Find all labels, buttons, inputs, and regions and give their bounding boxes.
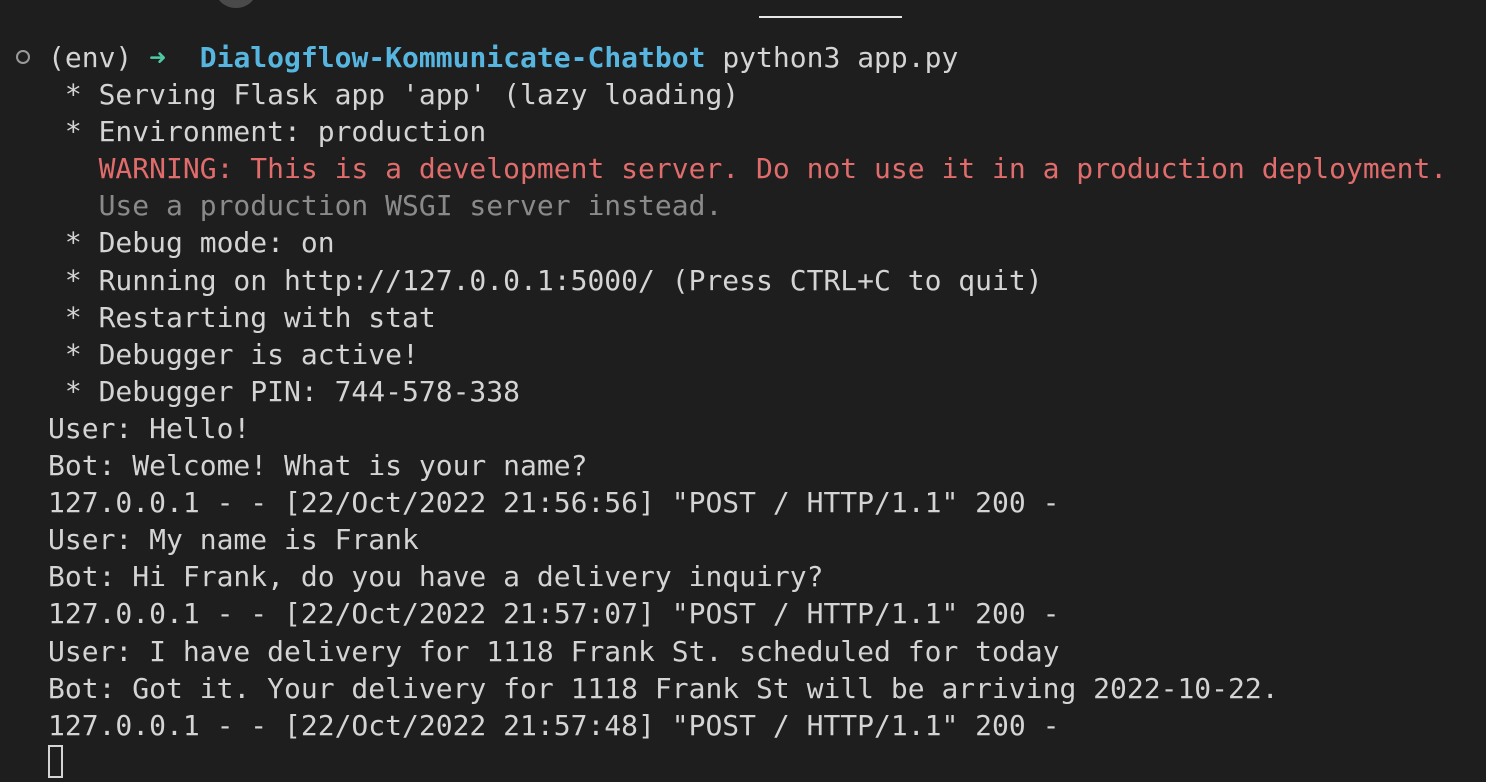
prompt-directory: Dialogflow-Kommunicate-Chatbot <box>199 41 706 74</box>
request-log-line: 127.0.0.1 - - [22/Oct/2022 21:57:07] "PO… <box>48 597 1060 631</box>
prompt-status-circle-icon <box>16 50 30 64</box>
request-log-line: 127.0.0.1 - - [22/Oct/2022 21:56:56] "PO… <box>48 486 1060 520</box>
output-restarting: * Restarting with stat <box>48 300 436 334</box>
terminal-output[interactable]: (env) ➜ Dialogflow-Kommunicate-Chatbot p… <box>0 39 1486 781</box>
output-debug-mode: * Debug mode: on <box>48 226 335 260</box>
output-serving: * Serving Flask app 'app' (lazy loading) <box>48 78 740 112</box>
conversation-line: Bot: Got it. Your delivery for 1118 Fran… <box>48 671 1279 705</box>
prompt-command: python3 app.py <box>722 41 959 74</box>
conversation-line: User: I have delivery for 1118 Frank St.… <box>48 634 1060 668</box>
window-control-circle <box>216 0 256 8</box>
output-environment: * Environment: production <box>48 115 487 149</box>
output-running: * Running on http://127.0.0.1:5000/ (Pre… <box>48 263 1043 297</box>
output-debugger-pin: * Debugger PIN: 744-578-338 <box>48 374 521 408</box>
conversation-line: Bot: Hi Frank, do you have a delivery in… <box>48 560 824 594</box>
conversation-line: Bot: Welcome! What is your name? <box>48 449 588 483</box>
active-tab-indicator <box>759 16 902 18</box>
prompt-env: (env) <box>48 41 133 74</box>
window-top-edge <box>0 0 1486 20</box>
output-wsgi-hint: Use a production WSGI server instead. <box>48 189 723 223</box>
output-warning: WARNING: This is a development server. D… <box>48 152 1448 186</box>
conversation-line: User: My name is Frank <box>48 523 419 557</box>
conversation-line: User: Hello! <box>48 411 251 445</box>
prompt-line: (env) ➜ Dialogflow-Kommunicate-Chatbot p… <box>0 39 1486 76</box>
prompt-arrow-icon: ➜ <box>149 41 167 74</box>
request-log-line: 127.0.0.1 - - [22/Oct/2022 21:57:48] "PO… <box>48 708 1060 742</box>
terminal-cursor[interactable] <box>48 745 63 779</box>
input-line[interactable] <box>0 744 1486 781</box>
output-debugger-active: * Debugger is active! <box>48 337 419 371</box>
